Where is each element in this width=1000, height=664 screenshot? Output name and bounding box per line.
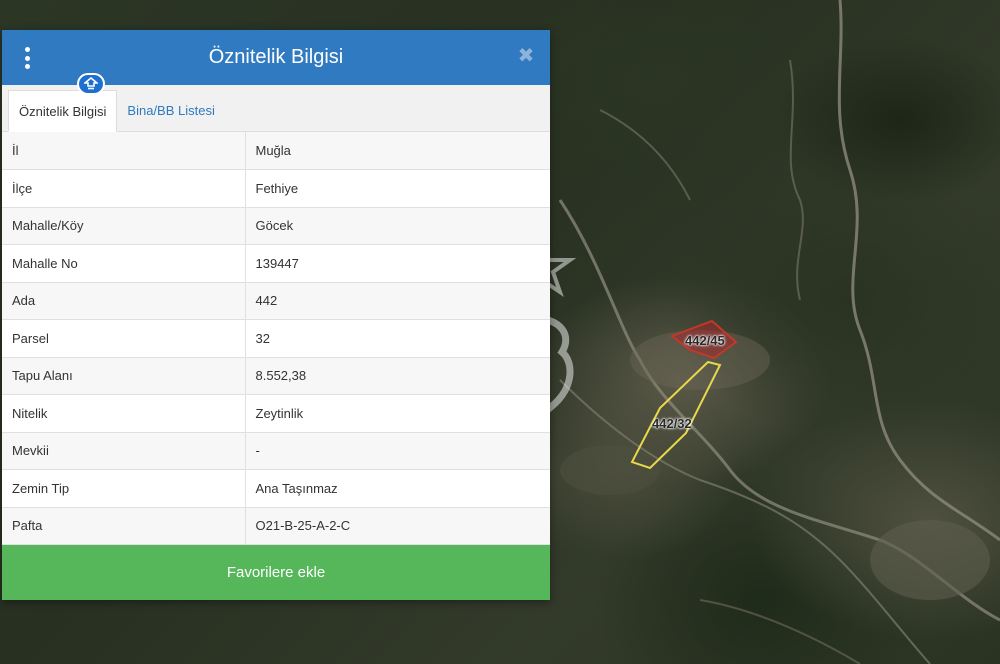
attribute-value: Muğla — [245, 132, 550, 170]
attribute-value: Zeytinlik — [245, 394, 550, 433]
attribute-key: Tapu Alanı — [2, 357, 246, 395]
attribute-value: Ana Taşınmaz — [245, 469, 550, 508]
table-row: Pafta O21-B-25-A-2-C — [2, 507, 550, 545]
tab-attribute-info[interactable]: Öznitelik Bilgisi — [8, 90, 118, 132]
attribute-key: Zemin Tip — [2, 469, 246, 508]
table-row: Parsel 32 — [2, 319, 550, 358]
attribute-key: Mahalle No — [2, 244, 246, 283]
pin-icon[interactable] — [77, 73, 105, 95]
table-row: Mevkii - — [2, 432, 550, 470]
table-row: Nitelik Zeytinlik — [2, 394, 550, 433]
table-row: İl Muğla — [2, 132, 550, 170]
attribute-info-dialog: Öznitelik Bilgisi ✖ Öznitelik Bilgisi Bi… — [2, 30, 550, 600]
attribute-key: İl — [2, 132, 246, 170]
table-row: Ada 442 — [2, 282, 550, 320]
parcel-label-442-45: 442/45 — [685, 333, 725, 348]
attribute-value: 32 — [245, 319, 550, 358]
attribute-value: - — [245, 432, 550, 470]
attribute-key: Mevkii — [2, 432, 246, 470]
attribute-key: Nitelik — [2, 394, 246, 433]
attribute-key: İlçe — [2, 169, 246, 208]
table-row: Mahalle No 139447 — [2, 244, 550, 283]
table-row: Zemin Tip Ana Taşınmaz — [2, 469, 550, 508]
parcel-label-442-32: 442/32 — [652, 416, 692, 431]
attribute-key: Parsel — [2, 319, 246, 358]
attribute-key: Pafta — [2, 507, 246, 545]
attribute-value: 8.552,38 — [245, 357, 550, 395]
attribute-key: Ada — [2, 282, 246, 320]
close-icon[interactable]: ✖ — [516, 44, 536, 68]
attribute-value: O21-B-25-A-2-C — [245, 507, 550, 545]
table-row: Tapu Alanı 8.552,38 — [2, 357, 550, 395]
add-to-favorites-button[interactable]: Favorilere ekle — [2, 545, 550, 600]
attribute-table: İl Muğla İlçe Fethiye Mahalle/Köy Göcek Mahall… — [2, 132, 550, 545]
table-row: Mahalle/Köy Göcek — [2, 207, 550, 245]
table-row: İlçe Fethiye — [2, 169, 550, 208]
attribute-value: Fethiye — [245, 169, 550, 208]
attribute-key: Mahalle/Köy — [2, 207, 246, 245]
attribute-value: 139447 — [245, 244, 550, 283]
attribute-value: 442 — [245, 282, 550, 320]
attribute-value: Göcek — [245, 207, 550, 245]
dialog-title: Öznitelik Bilgisi — [208, 46, 344, 68]
vertical-dots-icon[interactable] — [20, 47, 34, 69]
tab-building-list[interactable]: Bina/BB Listesi — [117, 90, 224, 131]
